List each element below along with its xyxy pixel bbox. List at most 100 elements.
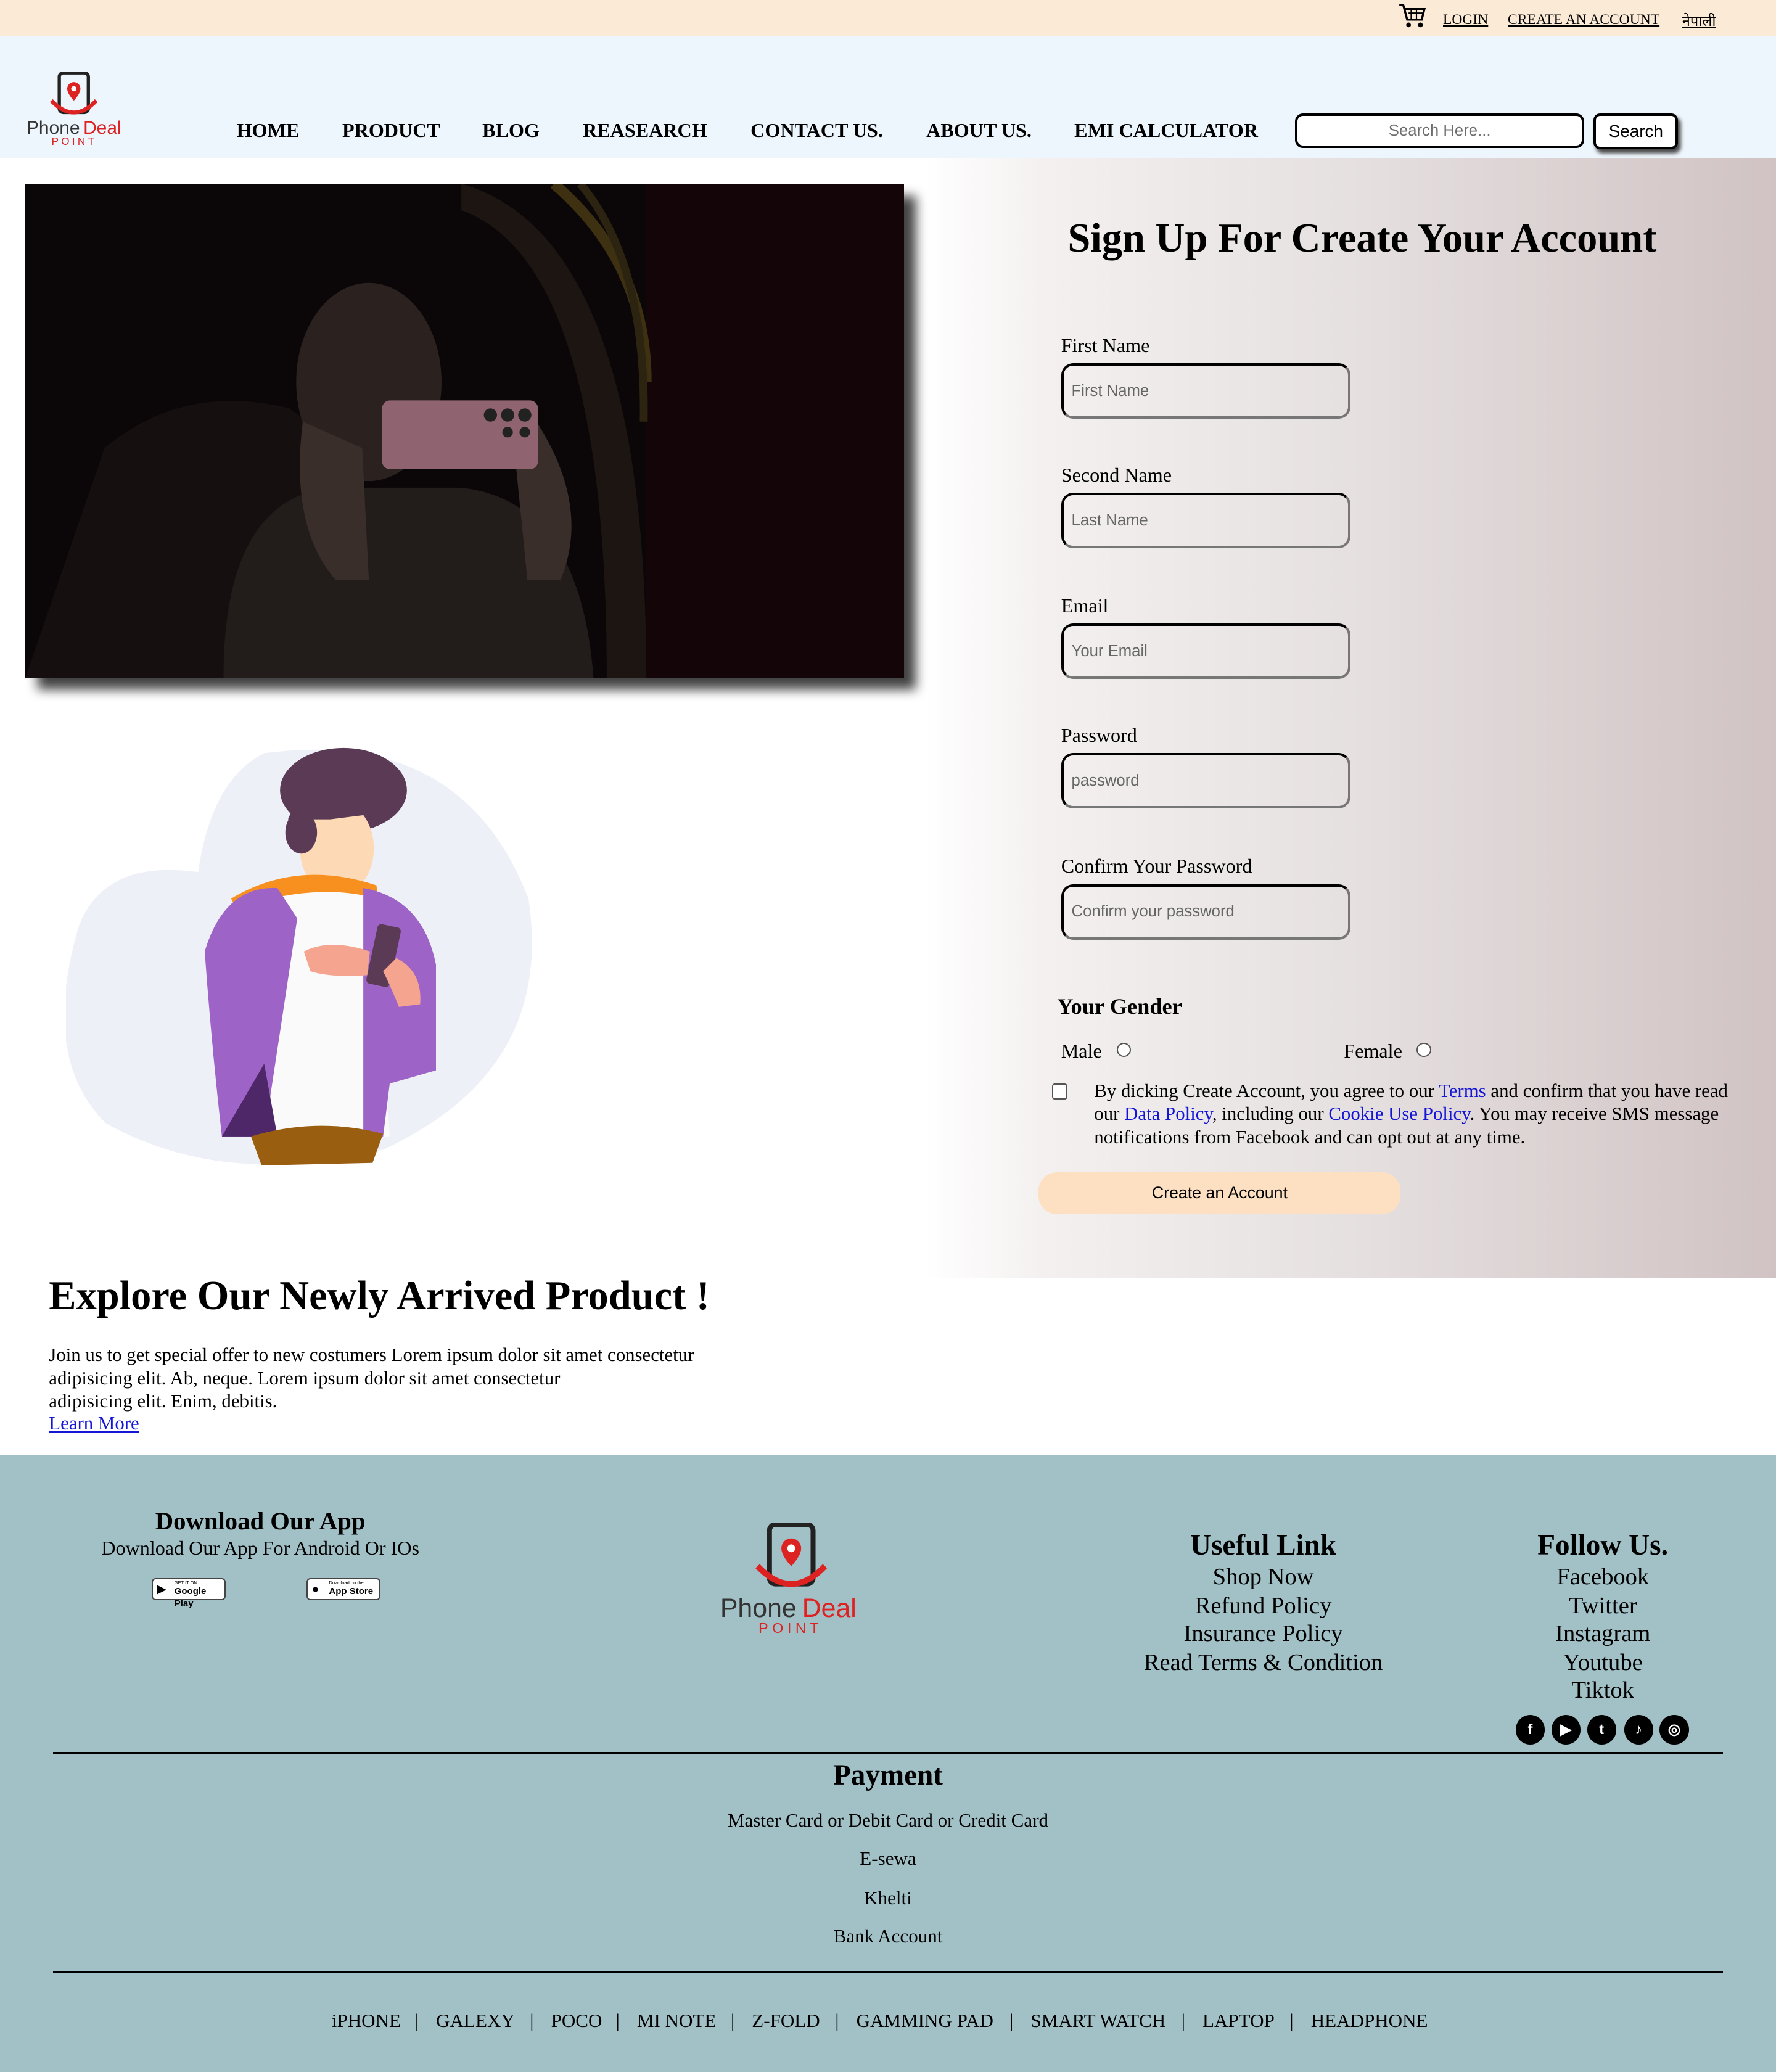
follow-youtube-link[interactable]: Youtube bbox=[1497, 1649, 1709, 1676]
bottom-nav-mi-note[interactable]: MI NOTE bbox=[637, 2010, 717, 2032]
payment-method: E-sewa bbox=[860, 1847, 916, 1869]
nav-blog[interactable]: BLOG bbox=[482, 119, 540, 142]
second-name-label: Second Name bbox=[1061, 464, 1172, 487]
badge-big-text: App Store bbox=[329, 1586, 374, 1597]
bottom-nav-iphone[interactable]: iPHONE bbox=[332, 2010, 401, 2032]
useful-link-title: Useful Link bbox=[1190, 1529, 1337, 1562]
first-name-label: First Name bbox=[1061, 334, 1150, 357]
bottom-nav-headphone[interactable]: HEADPHONE bbox=[1311, 2010, 1428, 2032]
nav-contact[interactable]: CONTACT US. bbox=[750, 119, 883, 142]
person-using-phone-illustration bbox=[66, 747, 532, 1166]
bottom-nav-laptop[interactable]: LAPTOP bbox=[1202, 2010, 1275, 2032]
signup-title: Sign Up For Create Your Account bbox=[1067, 216, 1657, 261]
explore-text: Join us to get special offer to new cost… bbox=[49, 1344, 736, 1413]
download-app-subtitle: Download Our App For Android Or IOs bbox=[101, 1537, 420, 1560]
payment-method: Master Card or Debit Card or Credit Card bbox=[727, 1809, 1049, 1831]
follow-us-title: Follow Us. bbox=[1537, 1529, 1669, 1562]
create-account-link[interactable]: CREATE AN ACCOUNT bbox=[1508, 12, 1659, 28]
search-input[interactable] bbox=[1295, 113, 1585, 148]
create-account-button[interactable]: Create an Account bbox=[1038, 1172, 1401, 1215]
tiktok-icon[interactable]: ♪ bbox=[1624, 1715, 1653, 1745]
badge-small-text: Download on the bbox=[329, 1579, 364, 1585]
nav-separator: | bbox=[414, 2010, 419, 2032]
site-logo[interactable]: Phone Deal POINT bbox=[24, 68, 127, 148]
follow-tiktok-link[interactable]: Tiktok bbox=[1497, 1677, 1709, 1704]
agreement-text-part: , including our bbox=[1212, 1103, 1329, 1125]
useful-link-insurance-policy[interactable]: Insurance Policy bbox=[1104, 1620, 1421, 1647]
bottom-nav-z-fold[interactable]: Z-FOLD bbox=[752, 2010, 820, 2032]
logo-word-phone: Phone bbox=[720, 1593, 797, 1624]
bottom-nav-poco[interactable]: POCO bbox=[551, 2010, 602, 2032]
footer-logo: Phone Deal POINT bbox=[719, 1522, 867, 1639]
nav-home[interactable]: HOME bbox=[237, 119, 300, 142]
explore-text-line: Join us to get special offer to new cost… bbox=[49, 1344, 694, 1366]
bottom-nav-smart-watch[interactable]: SMART WATCH bbox=[1030, 2010, 1166, 2032]
youtube-icon[interactable]: ▶ bbox=[1551, 1715, 1581, 1745]
footer-divider bbox=[52, 1971, 1724, 1973]
useful-link-shop-now[interactable]: Shop Now bbox=[1104, 1563, 1421, 1590]
badge-big-text: Google Play bbox=[174, 1586, 207, 1609]
follow-twitter-link[interactable]: Twitter bbox=[1497, 1592, 1709, 1619]
first-name-input[interactable] bbox=[1061, 363, 1350, 419]
confirm-password-input[interactable] bbox=[1061, 884, 1350, 940]
agreement-text: By dicking Create Account, you agree to … bbox=[1094, 1080, 1729, 1149]
nav-about[interactable]: ABOUT US. bbox=[926, 119, 1032, 142]
badge-small-text: GET IT ON bbox=[174, 1579, 197, 1585]
instagram-icon[interactable]: ◎ bbox=[1659, 1715, 1689, 1745]
agree-checkbox[interactable] bbox=[1051, 1083, 1068, 1100]
login-link[interactable]: LOGIN bbox=[1443, 12, 1488, 28]
email-label: Email bbox=[1061, 594, 1109, 617]
data-policy-link[interactable]: Data Policy bbox=[1124, 1103, 1212, 1124]
nav-product[interactable]: PRODUCT bbox=[342, 119, 440, 142]
agreement-text-part: By dicking Create Account, you agree to … bbox=[1094, 1080, 1439, 1101]
facebook-icon[interactable]: f bbox=[1515, 1715, 1545, 1745]
explore-text-line: adipisicing elit. Ab, neque. Lorem ipsum… bbox=[49, 1367, 561, 1389]
payment-method: Khelti bbox=[864, 1887, 912, 1909]
twitter-icon[interactable]: t bbox=[1587, 1715, 1616, 1745]
gender-title: Your Gender bbox=[1057, 994, 1182, 1019]
explore-title: Explore Our Newly Arrived Product ! bbox=[49, 1273, 710, 1318]
logo-word-point: POINT bbox=[758, 1620, 823, 1637]
language-link[interactable]: नेपाली bbox=[1682, 10, 1716, 30]
cookie-policy-link[interactable]: Cookie Use Policy bbox=[1328, 1103, 1470, 1124]
male-label: Male bbox=[1061, 1040, 1102, 1063]
hero-image bbox=[25, 183, 904, 678]
confirm-password-label: Confirm Your Password bbox=[1061, 855, 1252, 878]
last-name-input[interactable] bbox=[1061, 493, 1350, 549]
search-button[interactable]: Search bbox=[1593, 113, 1679, 150]
terms-link[interactable]: Terms bbox=[1439, 1080, 1486, 1101]
nav-separator: | bbox=[530, 2010, 534, 2032]
female-radio[interactable] bbox=[1416, 1042, 1431, 1058]
download-app-title: Download Our App bbox=[155, 1507, 366, 1535]
bottom-nav-galexy[interactable]: GALEXY bbox=[436, 2010, 515, 2032]
nav-separator: | bbox=[1289, 2010, 1294, 2032]
bottom-nav-gamming-pad[interactable]: GAMMING PAD bbox=[857, 2010, 993, 2032]
shopping-cart-icon[interactable] bbox=[1398, 2, 1427, 29]
female-label: Female bbox=[1344, 1040, 1402, 1063]
password-input[interactable] bbox=[1061, 753, 1350, 809]
payment-title: Payment bbox=[832, 1759, 943, 1792]
logo-word-point: POINT bbox=[51, 134, 97, 147]
nav-separator: | bbox=[615, 2010, 620, 2032]
nav-separator: | bbox=[731, 2010, 735, 2032]
nav-separator: | bbox=[835, 2010, 839, 2032]
apple-icon: ● bbox=[311, 1582, 319, 1596]
useful-link-terms[interactable]: Read Terms & Condition bbox=[1104, 1649, 1421, 1676]
google-play-icon: ▶ bbox=[157, 1582, 166, 1596]
email-input[interactable] bbox=[1061, 623, 1350, 680]
hero-photo-woman-with-phone bbox=[25, 183, 904, 678]
payment-method: Bank Account bbox=[833, 1925, 943, 1947]
useful-link-refund-policy[interactable]: Refund Policy bbox=[1104, 1592, 1421, 1619]
logo-word-deal: Deal bbox=[802, 1593, 857, 1624]
phone-pin-logo-icon bbox=[755, 1522, 828, 1587]
google-play-badge[interactable]: ▶ GET IT ON Google Play bbox=[152, 1577, 226, 1609]
app-store-badge[interactable]: ● Download on the App Store bbox=[306, 1577, 381, 1600]
follow-facebook-link[interactable]: Facebook bbox=[1497, 1563, 1709, 1590]
learn-more-link[interactable]: Learn More bbox=[49, 1413, 139, 1434]
phone-pin-logo-icon bbox=[50, 71, 98, 115]
nav-research[interactable]: REASEARCH bbox=[583, 119, 707, 142]
explore-text-line: adipisicing elit. Enim, debitis. bbox=[49, 1391, 278, 1412]
password-label: Password bbox=[1061, 724, 1137, 747]
nav-emi-calculator[interactable]: EMI CALCULATOR bbox=[1074, 119, 1258, 142]
follow-instagram-link[interactable]: Instagram bbox=[1497, 1620, 1709, 1647]
